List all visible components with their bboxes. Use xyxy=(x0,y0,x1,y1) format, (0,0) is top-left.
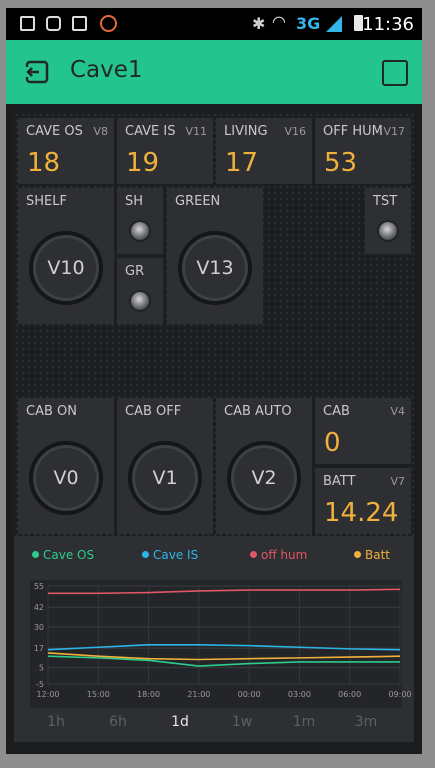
plot-background xyxy=(30,580,402,708)
green-knob[interactable]: V13 xyxy=(178,231,252,305)
tile-value: 17 xyxy=(225,148,259,178)
led-indicator xyxy=(379,222,397,240)
tile-value: 19 xyxy=(126,148,160,178)
tile-label: SH xyxy=(125,194,144,209)
y-tick-label: 55 xyxy=(34,582,44,591)
tile-value: 18 xyxy=(27,148,61,178)
button-green[interactable]: GREEN V13 xyxy=(167,188,263,324)
wifi-icon: ◠ xyxy=(272,12,286,31)
tile-label: GREEN xyxy=(175,194,221,209)
tile-value: 53 xyxy=(324,148,358,178)
y-tick-label: 42 xyxy=(34,603,44,612)
period-3m[interactable]: 3m xyxy=(346,714,386,730)
y-tick-label: -5 xyxy=(36,680,44,689)
y-tick-label: 30 xyxy=(34,623,44,632)
value-display-cab[interactable]: CAB V4 0 xyxy=(315,398,411,464)
tile-pin: V11 xyxy=(185,125,207,138)
plot-area: 55 42 30 17 5 -512:00 15:00 18:00 21:00 00:00 03:0… xyxy=(30,580,412,708)
cab-auto-knob[interactable]: V2 xyxy=(227,441,301,515)
button-cab-on[interactable]: CAB ON V0 xyxy=(18,398,114,534)
tile-pin: V7 xyxy=(390,475,405,488)
knob-pin: V10 xyxy=(47,257,85,279)
button-cab-off[interactable]: CAB OFF V1 xyxy=(117,398,213,534)
project-title: Cave1 xyxy=(70,57,143,83)
led-tst[interactable]: TST xyxy=(365,188,411,254)
shelf-knob[interactable]: V10 xyxy=(29,231,103,305)
tile-label: OFF HUM xyxy=(323,124,383,139)
value-display-off-hum[interactable]: OFF HUM V17 53 xyxy=(315,118,411,184)
bluetooth-icon: ✱ xyxy=(252,14,266,33)
tile-value: 0 xyxy=(324,428,341,458)
stop-project-button[interactable] xyxy=(382,60,408,86)
button-shelf[interactable]: SHELF V10 xyxy=(18,188,114,324)
tile-pin: V16 xyxy=(284,125,306,138)
blynk-notification-icon xyxy=(100,15,117,32)
tile-pin: V4 xyxy=(390,405,405,418)
status-bar: ✱ ◠ 3G 11:36 xyxy=(6,8,422,40)
tile-value: 14.24 xyxy=(324,498,399,528)
tile-label: CAVE IS xyxy=(125,124,176,139)
led-sh[interactable]: SH xyxy=(117,188,163,254)
tile-label: CAVE OS xyxy=(26,124,83,139)
x-tick-label: 21:00 xyxy=(187,690,210,699)
tile-pin: V8 xyxy=(93,125,108,138)
exit-project-icon[interactable] xyxy=(24,58,52,86)
tile-label: LIVING xyxy=(224,124,268,139)
tile-label: CAB AUTO xyxy=(224,404,292,419)
knob-pin: V1 xyxy=(152,467,178,489)
phone-screen: ✱ ◠ 3G 11:36 Cave1 CAVE OS V8 18 CAVE IS… xyxy=(6,8,422,754)
period-1w[interactable]: 1w xyxy=(222,714,262,730)
period-1h[interactable]: 1h xyxy=(36,714,76,730)
mail-icon xyxy=(72,16,87,31)
x-tick-label: 06:00 xyxy=(338,690,361,699)
tile-label: SHELF xyxy=(26,194,67,209)
app-notification-icon xyxy=(46,16,61,31)
y-tick-label: 17 xyxy=(34,644,44,653)
button-cab-auto[interactable]: CAB AUTO V2 xyxy=(216,398,312,534)
widget-grid: CAVE OS V8 18 CAVE IS V11 19 LIVING V16 … xyxy=(14,112,414,538)
tile-label: CAB xyxy=(323,404,350,419)
x-tick-label: 09:00 xyxy=(388,690,411,699)
period-selector: 1h 6h 1d 1w 1m 3m xyxy=(14,714,414,738)
x-tick-label: 03:00 xyxy=(288,690,311,699)
x-tick-label: 18:00 xyxy=(137,690,160,699)
tile-label: CAB OFF xyxy=(125,404,182,419)
led-indicator xyxy=(131,292,149,310)
y-tick-label: 5 xyxy=(39,664,44,673)
notification-icon xyxy=(20,16,35,31)
signal-icon xyxy=(326,16,342,32)
history-graph[interactable]: Cave OS Cave IS off hum Batt 55 42 30 17 5 -5… xyxy=(14,536,414,742)
period-1d[interactable]: 1d xyxy=(160,714,200,730)
network-type: 3G xyxy=(296,14,321,33)
value-display-batt[interactable]: BATT V7 14.24 xyxy=(315,468,411,534)
period-1m[interactable]: 1m xyxy=(284,714,324,730)
knob-pin: V13 xyxy=(196,257,234,279)
x-tick-label: 12:00 xyxy=(36,690,59,699)
cab-off-knob[interactable]: V1 xyxy=(128,441,202,515)
value-display-cave-is[interactable]: CAVE IS V11 19 xyxy=(117,118,213,184)
knob-pin: V0 xyxy=(53,467,79,489)
tile-label: BATT xyxy=(323,474,356,489)
led-gr[interactable]: GR xyxy=(117,258,163,324)
tile-pin: V17 xyxy=(383,125,405,138)
cab-on-knob[interactable]: V0 xyxy=(29,441,103,515)
value-display-cave-os[interactable]: CAVE OS V8 18 xyxy=(18,118,114,184)
tile-label: GR xyxy=(125,264,145,279)
tile-label: TST xyxy=(373,194,398,209)
period-6h[interactable]: 6h xyxy=(98,714,138,730)
value-display-living[interactable]: LIVING V16 17 xyxy=(216,118,312,184)
app-bar: Cave1 xyxy=(6,40,422,104)
x-tick-label: 15:00 xyxy=(87,690,110,699)
knob-pin: V2 xyxy=(251,467,277,489)
clock: 11:36 xyxy=(362,14,414,35)
tile-label: CAB ON xyxy=(26,404,77,419)
led-indicator xyxy=(131,222,149,240)
x-tick-label: 00:00 xyxy=(238,690,261,699)
